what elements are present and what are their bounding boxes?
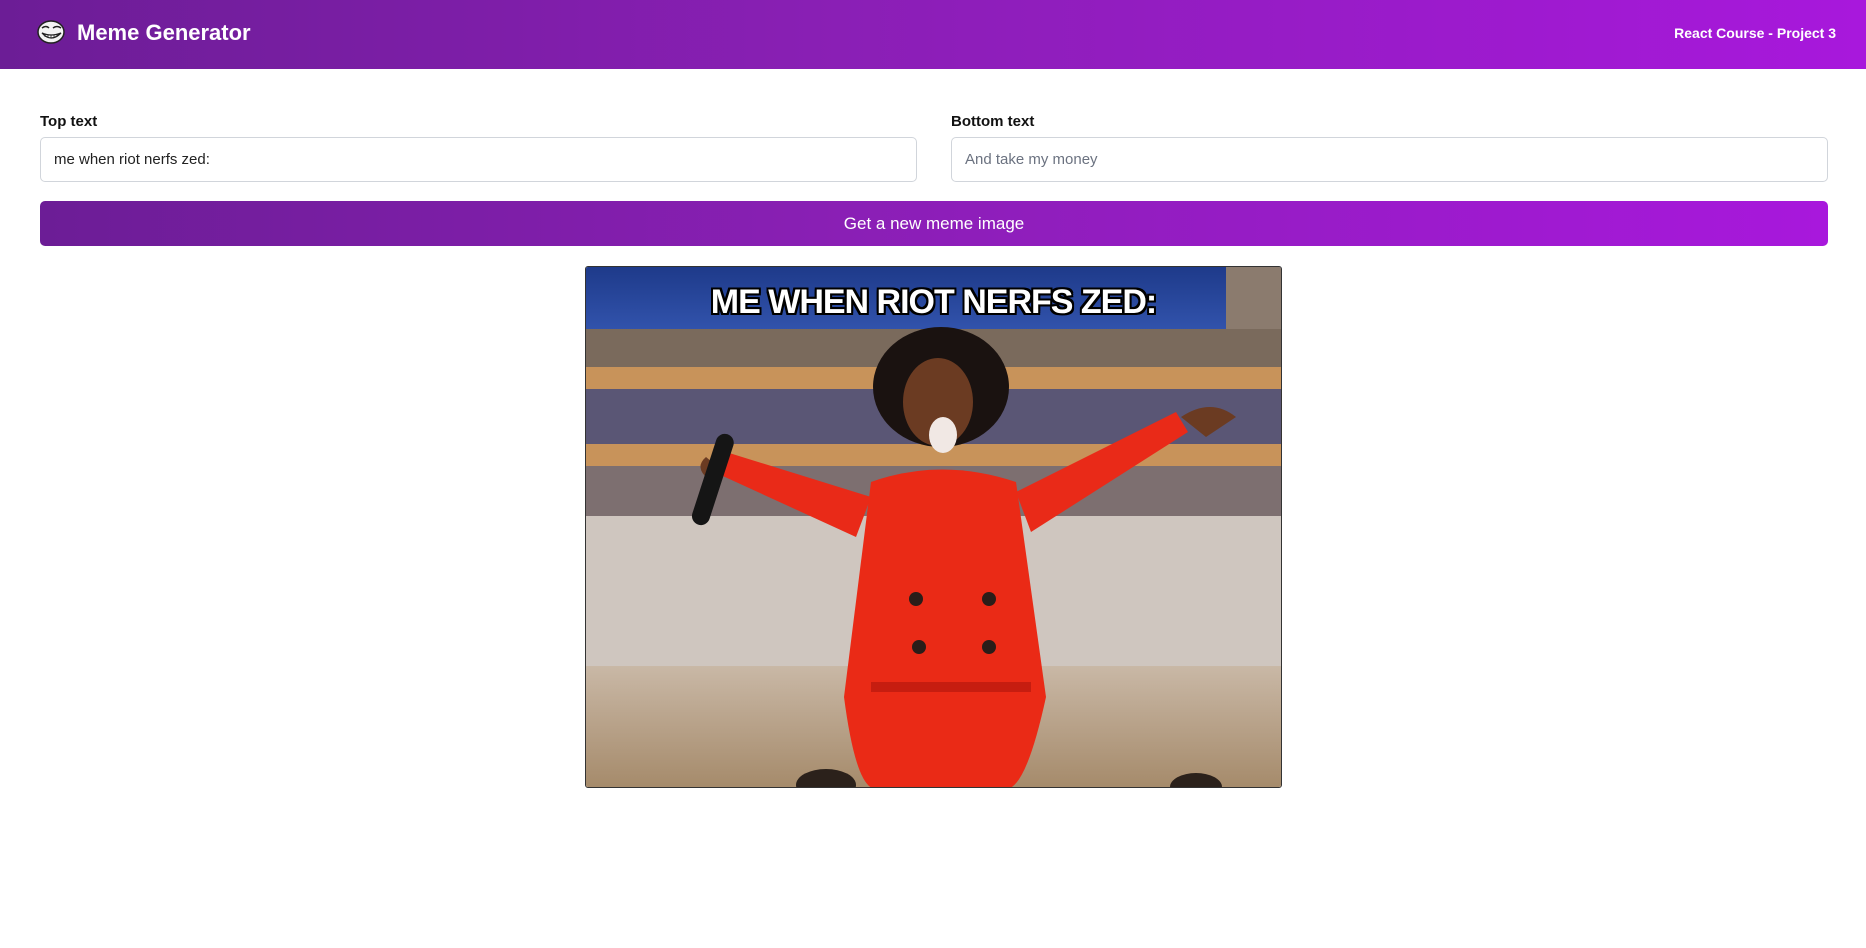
course-label: React Course - Project 3 (1674, 25, 1836, 41)
app-header: Meme Generator React Course - Project 3 (0, 0, 1866, 69)
top-text-label: Top text (40, 113, 98, 130)
troll-face-icon (37, 20, 65, 44)
top-text-input[interactable] (40, 137, 917, 182)
meme-top-text: me when riot nerfs zed: (710, 283, 1157, 321)
get-new-meme-button[interactable]: Get a new meme image (40, 201, 1828, 246)
bottom-text-label: Bottom text (951, 113, 1035, 130)
oprah-you-get-a-car-image (586, 267, 1281, 787)
app-title: Meme Generator (77, 20, 251, 45)
meme-preview: me when riot nerfs zed: (585, 266, 1282, 788)
bottom-text-input[interactable] (951, 137, 1828, 182)
